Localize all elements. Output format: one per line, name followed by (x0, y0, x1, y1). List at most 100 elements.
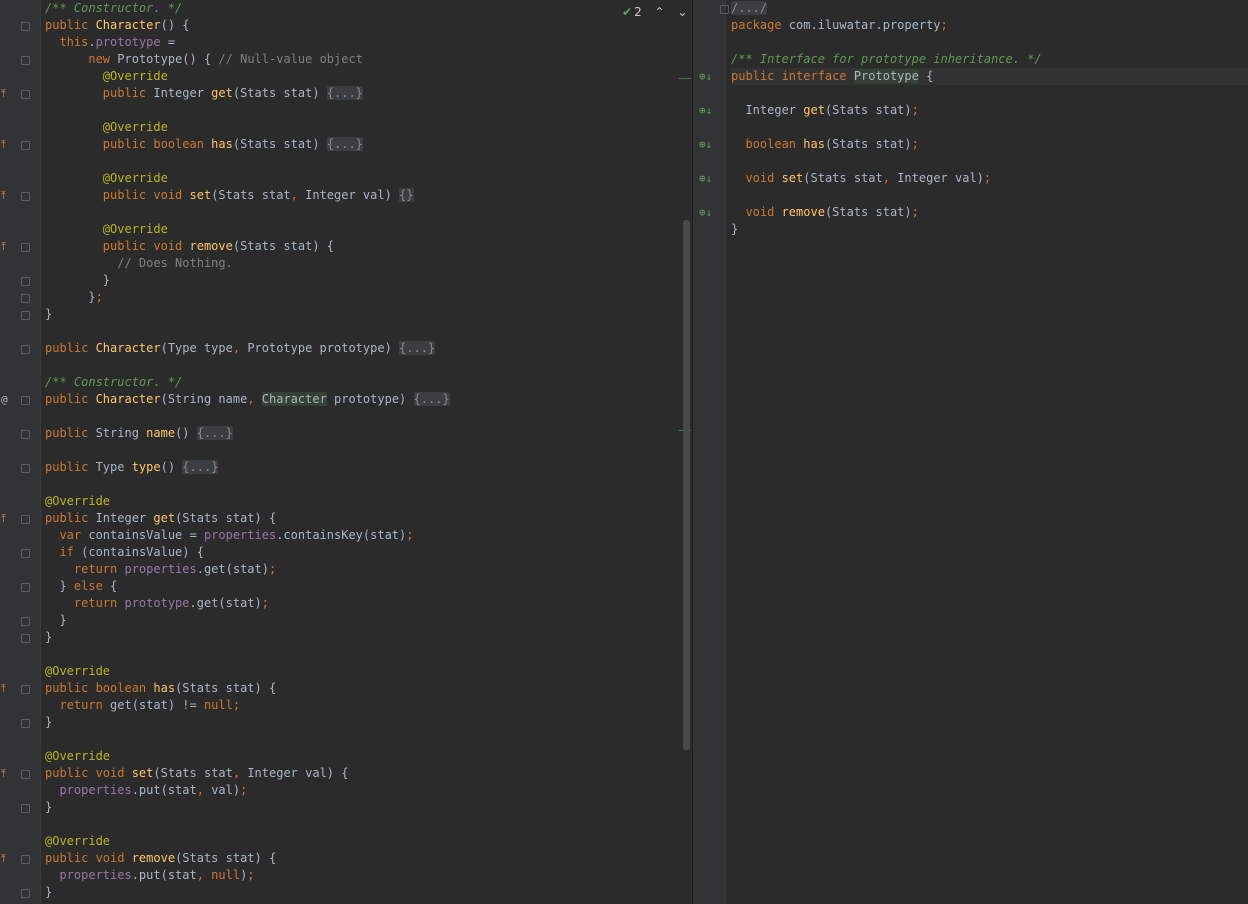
code-line[interactable]: public Character() { (45, 17, 680, 34)
code-line[interactable]: @Override (45, 68, 680, 85)
code-line[interactable] (45, 476, 680, 493)
code-line[interactable]: return get(stat) != null; (45, 697, 680, 714)
at-sign-icon[interactable]: @ (1, 391, 8, 408)
code-line[interactable]: if (containsValue) { (45, 544, 680, 561)
code-line[interactable]: @Override (45, 493, 680, 510)
fold-marker[interactable] (21, 515, 30, 524)
code-line[interactable]: } (731, 221, 1248, 238)
folded-region[interactable]: {} (399, 188, 414, 202)
code-line[interactable]: } (45, 612, 680, 629)
code-line[interactable]: }; (45, 289, 680, 306)
code-line[interactable]: public void set(Stats stat, Integer val)… (45, 187, 680, 204)
code-line[interactable]: @Override (45, 748, 680, 765)
code-line[interactable]: public void remove(Stats stat) { (45, 850, 680, 867)
code-line[interactable]: @Override (45, 663, 680, 680)
fold-marker[interactable] (21, 634, 30, 643)
code-line[interactable]: @Override (45, 170, 680, 187)
folded-region[interactable]: /.../ (731, 1, 768, 15)
code-line[interactable]: @Override (45, 221, 680, 238)
right-gutter[interactable]: ⊕↓ ⊕↓ ⊕↓ ⊕↓ ⊕↓ (693, 0, 729, 904)
code-line[interactable]: } (45, 272, 680, 289)
folded-region[interactable]: {...} (399, 341, 436, 355)
chevron-down-icon[interactable]: ⌄ (677, 4, 687, 20)
implemented-icon[interactable]: ⊕↓ (699, 68, 712, 85)
left-gutter[interactable]: ⤒ ⤒ ⤒ ⤒ ⤒ ⤒ ⤒ ⤒ @ (0, 0, 41, 904)
right-editor[interactable]: ⊕↓ ⊕↓ ⊕↓ ⊕↓ ⊕↓ /.../ package com.iluwatar.pro… (693, 0, 1248, 904)
code-line[interactable]: boolean has(Stats stat); (731, 136, 1248, 153)
implemented-icon[interactable]: ⊕↓ (699, 204, 712, 221)
code-line[interactable]: var containsValue = properties.containsK… (45, 527, 680, 544)
code-line[interactable] (45, 204, 680, 221)
fold-marker[interactable] (21, 294, 30, 303)
code-line[interactable]: } (45, 884, 680, 901)
folded-region[interactable]: {...} (326, 137, 363, 151)
vertical-scrollbar[interactable] (683, 220, 690, 750)
code-line[interactable]: public Character(String name, Character … (45, 391, 680, 408)
fold-marker[interactable] (720, 5, 729, 14)
override-icon[interactable]: ⤒ (1, 765, 6, 782)
code-line[interactable] (45, 153, 680, 170)
override-icon[interactable]: ⤒ (1, 510, 6, 527)
code-line[interactable]: public boolean has(Stats stat) { (45, 680, 680, 697)
code-line[interactable] (45, 731, 680, 748)
inspection-widget[interactable]: ✔ 2 ⌃ ⌄ (622, 4, 687, 20)
code-line[interactable] (731, 119, 1248, 136)
code-line[interactable]: /** Constructor. */ (45, 0, 680, 17)
code-line[interactable]: public String name() {...} (45, 425, 680, 442)
fold-marker[interactable] (21, 770, 30, 779)
code-line[interactable]: public Character(Type type, Prototype pr… (45, 340, 680, 357)
fold-marker[interactable] (21, 464, 30, 473)
code-line[interactable] (45, 816, 680, 833)
code-line[interactable]: @Override (45, 833, 680, 850)
code-line[interactable]: this.prototype = (45, 34, 680, 51)
code-line[interactable]: public boolean has(Stats stat) {...} (45, 136, 680, 153)
fold-marker[interactable] (21, 719, 30, 728)
fold-marker[interactable] (21, 430, 30, 439)
code-line[interactable]: @Override (45, 119, 680, 136)
code-line[interactable] (731, 153, 1248, 170)
fold-marker[interactable] (21, 583, 30, 592)
override-icon[interactable]: ⤒ (1, 680, 6, 697)
fold-marker[interactable] (21, 804, 30, 813)
fold-marker[interactable] (21, 549, 30, 558)
fold-marker[interactable] (21, 56, 30, 65)
fold-marker[interactable] (21, 192, 30, 201)
code-line[interactable]: public interface Prototype { (731, 68, 1248, 85)
fold-marker[interactable] (21, 685, 30, 694)
code-line[interactable]: public void remove(Stats stat) { (45, 238, 680, 255)
code-line[interactable]: /** Interface for prototype inheritance.… (731, 51, 1248, 68)
code-line[interactable] (45, 357, 680, 374)
code-line[interactable]: return prototype.get(stat); (45, 595, 680, 612)
left-editor[interactable]: ⤒ ⤒ ⤒ ⤒ ⤒ ⤒ ⤒ ⤒ @ /** Constructor. */ public Char… (0, 0, 692, 904)
code-line[interactable]: public void set(Stats stat, Integer val)… (45, 765, 680, 782)
fold-marker[interactable] (21, 396, 30, 405)
code-line[interactable]: /** Constructor. */ (45, 374, 680, 391)
code-line[interactable]: new Prototype() { // Null-value object (45, 51, 680, 68)
fold-marker[interactable] (21, 90, 30, 99)
override-icon[interactable]: ⤒ (1, 187, 6, 204)
code-line[interactable] (45, 102, 680, 119)
code-line[interactable]: properties.put(stat, val); (45, 782, 680, 799)
override-icon[interactable]: ⤒ (1, 850, 6, 867)
fold-marker[interactable] (21, 277, 30, 286)
fold-marker[interactable] (21, 22, 30, 31)
folded-region[interactable]: {...} (182, 460, 219, 474)
code-line[interactable]: public Type type() {...} (45, 459, 680, 476)
code-line[interactable]: Integer get(Stats stat); (731, 102, 1248, 119)
fold-marker[interactable] (21, 617, 30, 626)
code-line[interactable]: return properties.get(stat); (45, 561, 680, 578)
code-line[interactable] (45, 408, 680, 425)
code-line[interactable] (731, 187, 1248, 204)
code-line[interactable]: } else { (45, 578, 680, 595)
code-line[interactable] (45, 323, 680, 340)
implemented-icon[interactable]: ⊕↓ (699, 170, 712, 187)
implemented-icon[interactable]: ⊕↓ (699, 136, 712, 153)
fold-marker[interactable] (21, 855, 30, 864)
code-line[interactable]: // Does Nothing. (45, 255, 680, 272)
fold-marker[interactable] (21, 311, 30, 320)
left-code-area[interactable]: /** Constructor. */public Character() { … (45, 0, 680, 901)
code-line[interactable]: } (45, 306, 680, 323)
code-line[interactable]: public Integer get(Stats stat) {...} (45, 85, 680, 102)
code-line[interactable] (45, 646, 680, 663)
chevron-up-icon[interactable]: ⌃ (655, 4, 665, 20)
